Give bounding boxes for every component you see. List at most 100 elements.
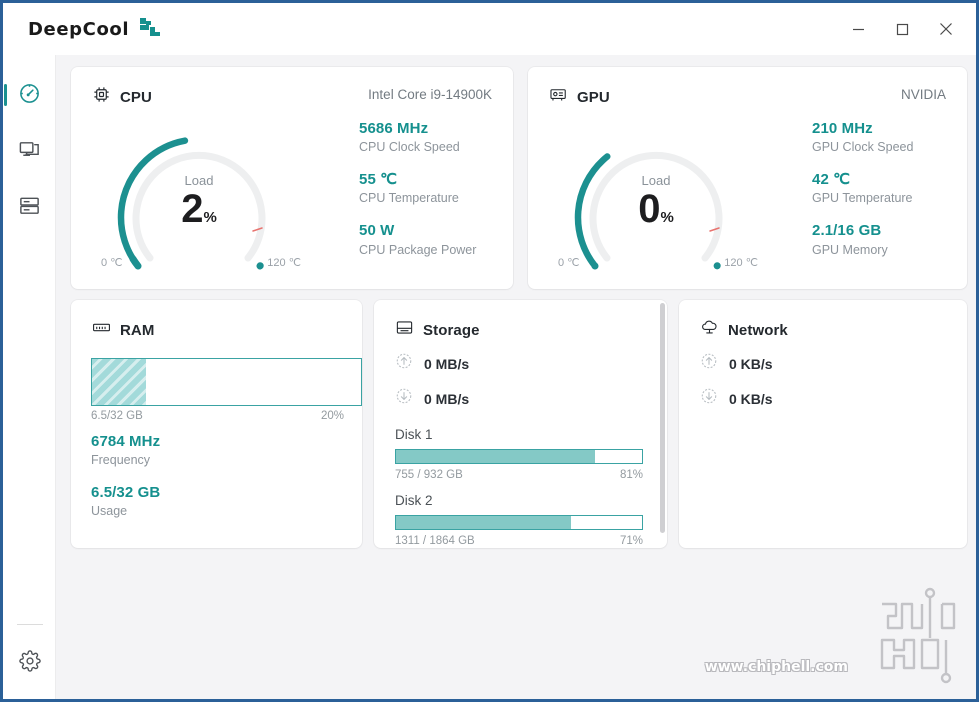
minimize-button[interactable]	[836, 10, 880, 48]
network-io-row: 0 KB/s	[700, 352, 773, 375]
application-window: DeepCool CPU Intel Core i9-14900K Load 2…	[0, 0, 979, 702]
cpu-card-title: CPU	[120, 88, 152, 106]
gauge-icon	[18, 82, 41, 110]
gpu-stat-label: GPU Temperature	[812, 191, 913, 206]
sidebar-item-settings[interactable]	[3, 635, 56, 691]
gpu-card-header: GPU	[549, 85, 610, 109]
ram-stat-value: 6.5/32 GB	[91, 484, 161, 502]
cpu-model: Intel Core i9-14900K	[368, 87, 492, 102]
disk-usage-bar	[395, 449, 643, 464]
gpu-stats: 210 MHz GPU Clock Speed 42 ℃ GPU Tempera…	[812, 119, 913, 272]
disk-legend: 755 / 932 GB 81%	[395, 469, 643, 481]
server-icon	[18, 194, 41, 222]
brand-name: DeepCool	[28, 18, 130, 40]
cpu-gauge-label: Load	[184, 173, 214, 188]
cpu-stat-label: CPU Clock Speed	[359, 140, 460, 155]
disk-item: Disk 1 755 / 932 GB 81%	[395, 427, 643, 481]
cpu-chip-icon	[92, 85, 111, 109]
ram-stat-value: 6784 MHz	[91, 433, 161, 450]
disk-capacity: 755 / 932 GB	[395, 469, 463, 481]
gpu-card-icon	[549, 85, 568, 109]
gpu-gauge-max: 120 ℃	[724, 257, 758, 269]
hard-drive-icon	[395, 318, 414, 342]
storage-scrollbar-thumb[interactable]	[660, 303, 665, 533]
storage-card: Storage 0 MB/s 0 MB/s Disk 1 755 / 932 G…	[374, 300, 667, 548]
disk-percent: 71%	[619, 535, 643, 547]
ram-stick-icon	[92, 318, 111, 342]
arrow-down-circle-icon	[700, 387, 718, 410]
gpu-load-number: 0	[638, 187, 661, 231]
cpu-gauge-value: 2%	[83, 189, 315, 229]
disk-item: Disk 2 1311 / 1864 GB 71%	[395, 493, 643, 547]
cpu-stat-label: CPU Temperature	[359, 191, 459, 206]
storage-read-speed: 0 MB/s	[424, 355, 470, 372]
ram-stat: 6.5/32 GB Usage	[91, 483, 160, 520]
disk-name: Disk 2	[395, 493, 433, 508]
ram-card-title: RAM	[120, 321, 155, 339]
ram-usage-percent: 20%	[320, 410, 344, 422]
close-button[interactable]	[924, 10, 968, 48]
chiphell-logo-icon	[852, 574, 964, 691]
storage-scrollbar[interactable]	[660, 303, 665, 545]
cpu-stat-value: 50 W	[359, 222, 395, 240]
sidebar-footer	[3, 624, 56, 691]
watermark: www.chiphell.com	[705, 574, 964, 691]
network-download-speed: 0 KB/s	[729, 390, 773, 407]
ram-stats: 6784 MHz Frequency 6.5/32 GB Usage	[91, 432, 160, 534]
storage-write-speed: 0 MB/s	[424, 390, 470, 407]
ram-stat-label: Usage	[91, 504, 128, 519]
ram-card-header: RAM	[92, 318, 154, 342]
cpu-gauge-min: 0 ℃	[101, 257, 123, 269]
arrow-up-circle-icon	[395, 352, 413, 375]
watermark-text: www.chiphell.com	[704, 659, 848, 675]
cpu-stat-value: 5686 MHz	[359, 120, 429, 137]
gpu-card-title: GPU	[577, 88, 610, 106]
gpu-model: NVIDIA	[900, 87, 946, 102]
gpu-gauge-label: Load	[641, 173, 671, 188]
gpu-card: GPU NVIDIA Load 0% 0 ℃ 120 ℃ 210 MHz GPU	[528, 67, 967, 289]
disk-percent: 81%	[619, 469, 643, 481]
gpu-gauge-min: 0 ℃	[558, 257, 580, 269]
gear-icon	[18, 649, 41, 677]
title-bar: DeepCool	[3, 3, 976, 55]
gpu-stat: 2.1/16 GB GPU Memory	[812, 221, 913, 258]
network-io-list: 0 KB/s 0 KB/s	[700, 352, 773, 422]
sidebar-nav	[3, 55, 55, 236]
ram-usage-text: 6.5/32 GB	[91, 410, 143, 422]
cpu-stats: 5686 MHz CPU Clock Speed 55 ℃ CPU Temper…	[359, 119, 476, 272]
gpu-stat-value: 210 MHz	[812, 120, 873, 137]
ram-usage-bar	[91, 358, 362, 406]
gpu-stat-label: GPU Clock Speed	[812, 140, 914, 155]
monitor-icon	[18, 138, 41, 166]
gpu-stat-value: 42 ℃	[812, 171, 851, 189]
cpu-gauge: Load 2% 0 ℃ 120 ℃	[83, 111, 315, 287]
deepcool-logo-icon	[138, 17, 164, 41]
storage-card-title: Storage	[423, 321, 480, 339]
ram-stat: 6784 MHz Frequency	[91, 432, 160, 469]
sidebar	[3, 55, 56, 699]
disk-capacity: 1311 / 1864 GB	[395, 535, 475, 547]
maximize-button[interactable]	[880, 10, 924, 48]
brand: DeepCool	[28, 17, 164, 41]
network-upload-speed: 0 KB/s	[729, 355, 773, 372]
storage-card-header: Storage	[395, 318, 480, 342]
disk-usage-bar	[395, 515, 643, 530]
cpu-card: CPU Intel Core i9-14900K Load 2% 0 ℃ 120…	[71, 67, 513, 289]
cpu-stat: 50 W CPU Package Power	[359, 221, 476, 258]
storage-io-row: 0 MB/s	[395, 352, 469, 375]
gpu-gauge-value: 0%	[540, 189, 772, 229]
sidebar-item-dashboard[interactable]	[3, 68, 56, 124]
window-controls	[836, 10, 968, 48]
sidebar-item-monitor[interactable]	[3, 124, 56, 180]
network-card-header: Network	[700, 318, 788, 342]
ram-usage-fill	[92, 359, 146, 405]
cpu-card-header: CPU	[92, 85, 152, 109]
network-card: Network 0 KB/s 0 KB/s	[679, 300, 967, 548]
storage-io-list: 0 MB/s 0 MB/s	[395, 352, 469, 422]
cpu-stat-value: 55 ℃	[359, 171, 398, 189]
sidebar-item-devices[interactable]	[3, 180, 56, 236]
gpu-load-unit: %	[660, 209, 674, 226]
disk-usage-fill	[396, 450, 596, 463]
sidebar-divider	[16, 624, 43, 625]
cpu-load-number: 2	[181, 187, 204, 231]
